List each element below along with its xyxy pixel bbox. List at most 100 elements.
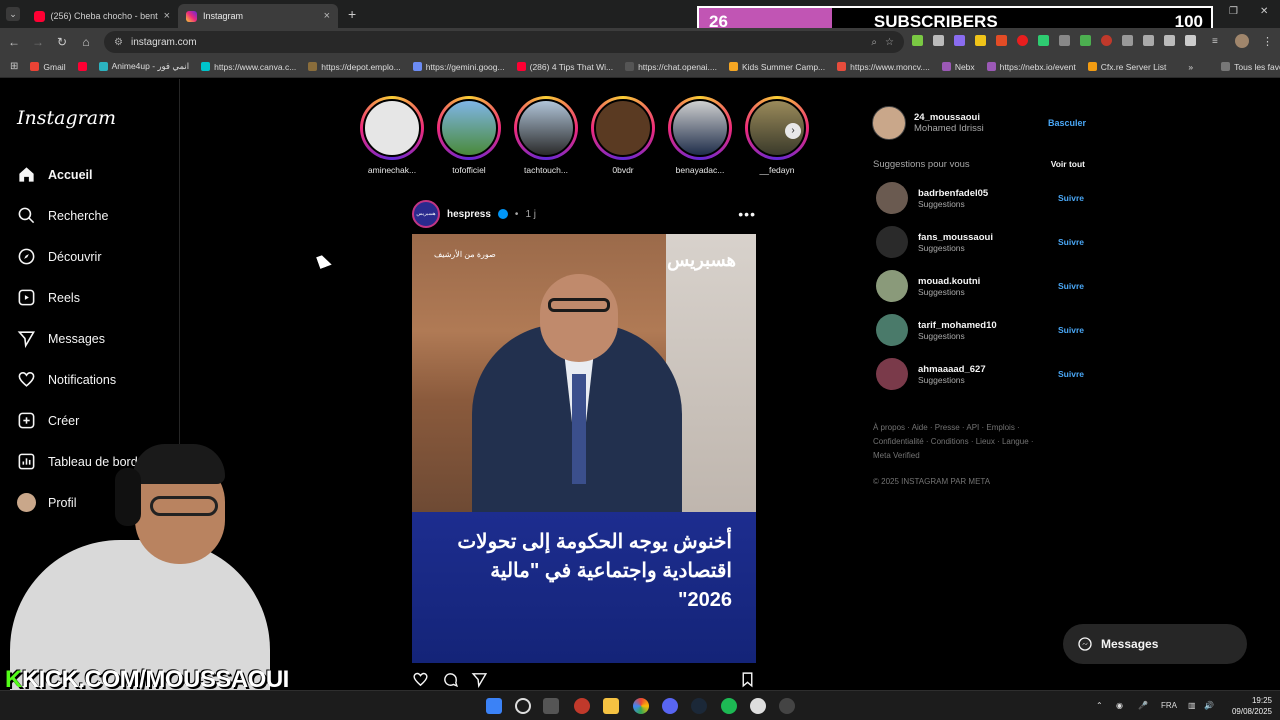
bookmark-item[interactable]: Anime4up - انمي فور	[98, 61, 189, 72]
post-avatar[interactable]: هسبريس	[412, 200, 440, 228]
bookmark-item[interactable]: https://nebx.io/event	[986, 62, 1076, 72]
footer-line[interactable]: Meta Verified	[873, 449, 1053, 463]
start-icon[interactable]	[486, 698, 502, 714]
extension-icon[interactable]	[996, 35, 1007, 46]
follow-button[interactable]: Suivre	[1058, 325, 1084, 335]
chrome-icon[interactable]	[633, 698, 649, 714]
bookmark-item[interactable]: https://gemini.goog...	[412, 62, 505, 72]
search-icon[interactable]	[515, 698, 531, 714]
reload-icon[interactable]: ↻	[50, 35, 74, 49]
tray-chevron-icon[interactable]: ⌃	[1096, 701, 1103, 710]
extension-icon[interactable]	[933, 35, 944, 46]
bookmark-item[interactable]: Cfx.re Server List	[1087, 62, 1166, 72]
extension-icon[interactable]	[1038, 35, 1049, 46]
avatar[interactable]	[876, 314, 908, 346]
extension-icon[interactable]	[912, 35, 923, 46]
avatar[interactable]	[876, 270, 908, 302]
nav-explore[interactable]: Découvrir	[17, 247, 102, 266]
extension-icon[interactable]	[1143, 35, 1154, 46]
extension-icon[interactable]	[1059, 35, 1070, 46]
extension-icon[interactable]	[1185, 35, 1196, 46]
follow-button[interactable]: Suivre	[1058, 193, 1084, 203]
bookmark-item[interactable]: https://chat.openai....	[625, 62, 717, 72]
suggestion-username[interactable]: badrbenfadel05	[918, 188, 988, 199]
share-icon[interactable]	[471, 671, 488, 688]
avatar[interactable]	[876, 226, 908, 258]
file-explorer-icon[interactable]	[603, 698, 619, 714]
story-item[interactable]: tachtouch...	[514, 96, 578, 175]
spotify-icon[interactable]	[721, 698, 737, 714]
switch-account-button[interactable]: Basculer	[1048, 118, 1086, 128]
comment-icon[interactable]	[442, 671, 459, 688]
footer-line[interactable]: Confidentialité · Conditions · Lieux · L…	[873, 435, 1053, 449]
close-tab-icon[interactable]: ×	[164, 10, 170, 22]
site-info-icon[interactable]: ⚙	[114, 37, 123, 48]
extension-icon[interactable]	[954, 35, 965, 46]
bookmark-item[interactable]: Nebx	[941, 62, 975, 72]
restore-window-icon[interactable]: ❐	[1229, 6, 1238, 17]
home-icon[interactable]: ⌂	[74, 35, 98, 49]
steam-icon[interactable]	[691, 698, 707, 714]
bookmark-item[interactable]: https://depot.emplo...	[308, 62, 401, 72]
bookmark-item[interactable]: (286) 4 Tips That Wi...	[516, 62, 613, 72]
address-bar[interactable]: ⚙ instagram.com ⌕ ☆	[104, 31, 904, 53]
obs-icon[interactable]	[779, 698, 795, 714]
back-icon[interactable]: ←	[2, 35, 26, 49]
close-window-icon[interactable]: ✕	[1260, 6, 1268, 17]
current-username[interactable]: 24_moussaoui	[914, 112, 984, 123]
story-item[interactable]: benayadac...	[668, 96, 732, 175]
app-icon[interactable]	[750, 698, 766, 714]
suggestion-username[interactable]: tarif_mohamed10	[918, 320, 997, 331]
close-tab-icon[interactable]: ×	[324, 10, 330, 22]
bookmark-item[interactable]: Gmail	[30, 62, 66, 72]
tab-youtube[interactable]: (256) Cheba chocho - bent 3a2 ×	[26, 4, 178, 28]
nav-search[interactable]: Recherche	[17, 206, 108, 225]
instagram-logo[interactable]: Instagram	[17, 107, 116, 129]
volume-icon[interactable]: 🔊	[1204, 701, 1214, 710]
extension-icon[interactable]	[1164, 35, 1175, 46]
messages-button[interactable]: Messages	[1063, 624, 1247, 664]
forward-icon[interactable]: →	[26, 35, 50, 49]
nav-notifications[interactable]: Notifications	[17, 370, 116, 389]
follow-button[interactable]: Suivre	[1058, 237, 1084, 247]
story-item[interactable]: aminechak...	[360, 96, 424, 175]
extension-icon[interactable]	[1101, 35, 1112, 46]
extension-icon[interactable]	[1080, 35, 1091, 46]
avatar[interactable]	[872, 106, 906, 140]
nav-reels[interactable]: Reels	[17, 288, 80, 307]
nav-messages[interactable]: Messages	[17, 329, 105, 348]
nav-create[interactable]: Créer	[17, 411, 79, 430]
story-item[interactable]: 0bvdr	[591, 96, 655, 175]
see-all-button[interactable]: Voir tout	[1051, 159, 1085, 170]
extension-icon[interactable]	[1122, 35, 1133, 46]
post-image[interactable]: هسبريس صورة من الأرشيف أخنوش يوجه الحكوم…	[412, 234, 756, 663]
microphone-icon[interactable]: 🎤	[1138, 701, 1148, 710]
tab-search-icon[interactable]: ⌄	[6, 7, 20, 21]
all-bookmarks[interactable]: Tous les favoris	[1221, 62, 1280, 72]
language-indicator[interactable]: FRA	[1161, 701, 1177, 710]
profile-avatar[interactable]	[1235, 34, 1249, 48]
extension-icon[interactable]	[975, 35, 986, 46]
tray-app-icon[interactable]: ◉	[1116, 701, 1123, 710]
reading-list-icon[interactable]: ≡	[1212, 36, 1218, 47]
follow-button[interactable]: Suivre	[1058, 369, 1084, 379]
apps-icon[interactable]: ⊞	[10, 61, 18, 72]
app-icon[interactable]	[574, 698, 590, 714]
bookmark-item[interactable]: https://www.moncv....	[837, 62, 930, 72]
avatar[interactable]	[876, 182, 908, 214]
avatar[interactable]	[876, 358, 908, 390]
extension-icon[interactable]	[1017, 35, 1028, 46]
follow-button[interactable]: Suivre	[1058, 281, 1084, 291]
browser-menu-icon[interactable]: ⋮	[1262, 35, 1273, 48]
post-options-button[interactable]: •••	[738, 206, 756, 222]
stories-next-icon[interactable]: ›	[785, 123, 801, 139]
network-icon[interactable]: ▥	[1188, 701, 1196, 710]
suggestion-username[interactable]: mouad.koutni	[918, 276, 980, 287]
suggestion-username[interactable]: fans_moussaoui	[918, 232, 993, 243]
new-tab-button[interactable]: +	[348, 6, 356, 22]
save-icon[interactable]	[739, 671, 756, 688]
bookmark-item[interactable]	[77, 62, 87, 71]
post-username[interactable]: hespress	[447, 209, 491, 220]
bookmark-item[interactable]: https://www.canva.c...	[201, 62, 296, 72]
footer-line[interactable]: À propos · Aide · Presse · API · Emplois…	[873, 421, 1053, 435]
